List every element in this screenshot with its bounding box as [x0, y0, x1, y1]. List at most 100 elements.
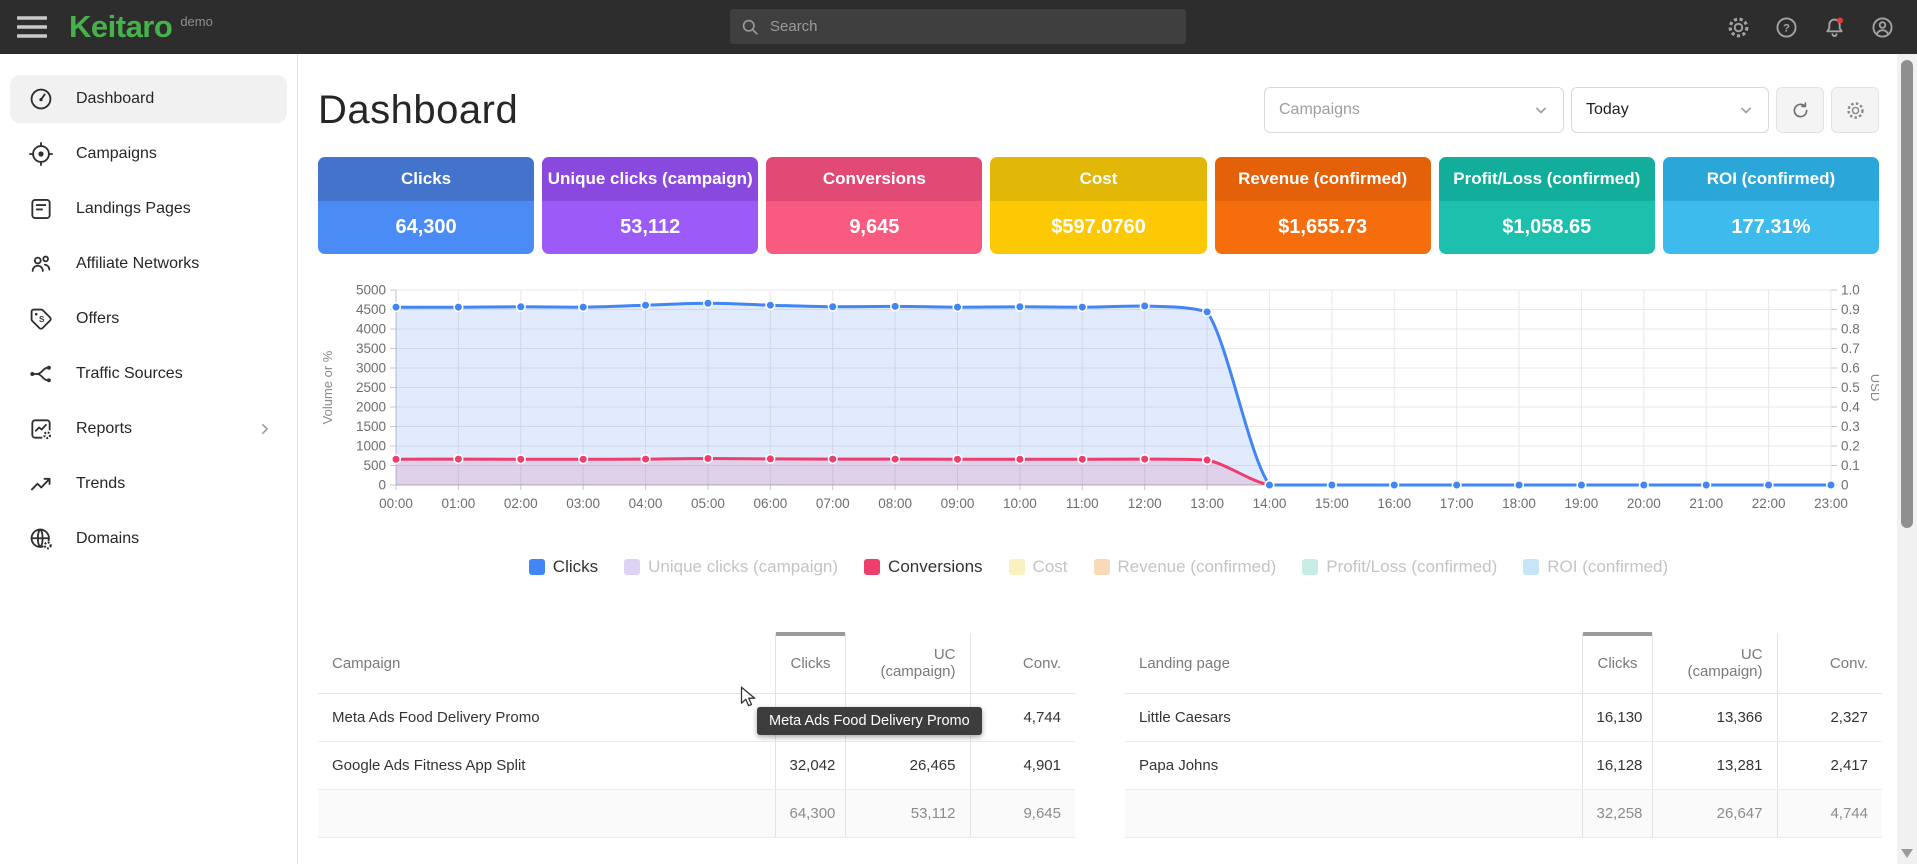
reports-icon	[28, 416, 54, 442]
column-header-clicks[interactable]: Clicks	[775, 633, 845, 694]
column-header-landing-page[interactable]: Landing page	[1125, 633, 1582, 694]
sidebar-item-traffic-sources[interactable]: Traffic Sources	[10, 350, 287, 398]
legend-item-cost[interactable]: Cost	[1009, 557, 1068, 577]
svg-text:S: S	[39, 315, 45, 324]
column-header-conv[interactable]: Conv.	[970, 633, 1075, 694]
campaigns-filter-select[interactable]: Campaigns	[1264, 87, 1564, 133]
stat-card-unique-clicks-campaign[interactable]: Unique clicks (campaign)53,112	[542, 157, 758, 254]
refresh-button[interactable]	[1776, 87, 1824, 133]
sidebar-item-affiliate-networks[interactable]: Affiliate Networks	[10, 240, 287, 288]
traffic-chart[interactable]: 0500100015002000250030003500400045005000…	[318, 280, 1879, 533]
chevron-down-icon	[1736, 100, 1756, 120]
table-row[interactable]: Little Caesars16,13013,3662,327	[1125, 694, 1882, 742]
sidebar-item-landings-pages[interactable]: Landings Pages	[10, 185, 287, 233]
sort-indicator	[776, 632, 845, 636]
search-box[interactable]	[730, 9, 1186, 44]
row-hover-tooltip: Meta Ads Food Delivery Promo	[757, 707, 982, 735]
legend-swatch	[864, 559, 880, 575]
legend-item-clicks[interactable]: Clicks	[529, 557, 598, 577]
svg-text:18:00: 18:00	[1502, 496, 1536, 511]
column-header-clicks[interactable]: Clicks	[1582, 633, 1652, 694]
scrollbar-track[interactable]	[1897, 54, 1917, 864]
column-header-uc-campaign[interactable]: UC (campaign)	[1652, 633, 1777, 694]
sidebar-item-label: Domains	[76, 530, 275, 548]
legend-item-profit-loss-confirmed[interactable]: Profit/Loss (confirmed)	[1302, 557, 1497, 577]
stat-card-roi-confirmed[interactable]: ROI (confirmed)177.31%	[1663, 157, 1879, 254]
svg-text:00:00: 00:00	[379, 496, 413, 511]
main-content: Dashboard Campaigns Today Clicks64,3	[298, 54, 1897, 864]
sidebar-item-label: Offers	[76, 310, 275, 328]
stat-card-clicks[interactable]: Clicks64,300	[318, 157, 534, 254]
dashboard-settings-button[interactable]	[1831, 87, 1879, 133]
legend-swatch	[529, 559, 545, 575]
legend-item-revenue-confirmed[interactable]: Revenue (confirmed)	[1094, 557, 1277, 577]
totals-cell: 9,645	[970, 790, 1075, 838]
svg-text:21:00: 21:00	[1689, 496, 1723, 511]
stat-card-conversions[interactable]: Conversions9,645	[766, 157, 982, 254]
sidebar-item-label: Reports	[76, 420, 255, 438]
stat-card-profit-loss-confirmed[interactable]: Profit/Loss (confirmed)$1,058.65	[1439, 157, 1655, 254]
svg-text:1500: 1500	[356, 419, 386, 434]
svg-text:?: ?	[1783, 22, 1790, 34]
landing-pages-table-wrap: Landing pageClicksUC (campaign)Conv.Litt…	[1125, 633, 1882, 838]
totals-cell: 32,258	[1582, 790, 1652, 838]
table-row-name[interactable]: Google Ads Fitness App Split	[318, 742, 775, 790]
scroll-down-arrow[interactable]	[1901, 849, 1913, 858]
bell-icon[interactable]	[1822, 15, 1847, 40]
sidebar-item-campaigns[interactable]: Campaigns	[10, 130, 287, 178]
sidebar-item-label: Campaigns	[76, 145, 275, 163]
help-icon[interactable]: ?	[1774, 15, 1799, 40]
svg-text:0.8: 0.8	[1841, 322, 1860, 337]
sidebar-item-reports[interactable]: Reports	[10, 405, 287, 453]
notification-badge	[1837, 17, 1843, 23]
logo[interactable]: Keitaro demo	[69, 8, 213, 46]
sidebar-item-domains[interactable]: Domains	[10, 515, 287, 563]
svg-text:23:00: 23:00	[1814, 496, 1848, 511]
svg-text:04:00: 04:00	[629, 496, 663, 511]
table-row[interactable]: Google Ads Fitness App Split32,04226,465…	[318, 742, 1075, 790]
svg-text:20:00: 20:00	[1627, 496, 1661, 511]
legend-swatch	[1009, 559, 1025, 575]
legend-item-roi-confirmed[interactable]: ROI (confirmed)	[1523, 557, 1668, 577]
sidebar-item-trends[interactable]: Trends	[10, 460, 287, 508]
table-row-name[interactable]: Meta Ads Food Delivery Promo	[318, 694, 775, 742]
stat-card-label: Clicks	[318, 157, 534, 201]
table-row-name[interactable]: Papa Johns	[1125, 742, 1582, 790]
sidebar-item-offers[interactable]: S Offers	[10, 295, 287, 343]
column-header-conv[interactable]: Conv.	[1777, 633, 1882, 694]
legend-label: Unique clicks (campaign)	[648, 557, 838, 577]
menu-icon[interactable]	[17, 16, 47, 38]
domains-icon	[28, 526, 54, 552]
date-range-select[interactable]: Today	[1571, 87, 1769, 133]
search-input[interactable]	[770, 18, 1176, 35]
stat-card-value: $597.0760	[990, 201, 1206, 254]
column-header-uc-campaign[interactable]: UC (campaign)	[845, 633, 970, 694]
user-icon[interactable]	[1870, 15, 1895, 40]
legend-label: Profit/Loss (confirmed)	[1326, 557, 1497, 577]
svg-text:2500: 2500	[356, 380, 386, 395]
svg-text:0.6: 0.6	[1841, 361, 1860, 376]
chart-legend: Clicks Unique clicks (campaign) Conversion…	[318, 557, 1879, 577]
dashboard-icon	[28, 86, 54, 112]
svg-text:0.9: 0.9	[1841, 302, 1860, 317]
stat-card-revenue-confirmed[interactable]: Revenue (confirmed)$1,655.73	[1215, 157, 1431, 254]
date-range-value: Today	[1586, 101, 1629, 119]
table-row-name[interactable]: Little Caesars	[1125, 694, 1582, 742]
legend-label: Revenue (confirmed)	[1118, 557, 1277, 577]
gear-icon[interactable]	[1726, 15, 1751, 40]
search-icon	[740, 17, 760, 37]
table-row[interactable]: Papa Johns16,12813,2812,417	[1125, 742, 1882, 790]
legend-item-unique-clicks-campaign[interactable]: Unique clicks (campaign)	[624, 557, 838, 577]
svg-text:0.7: 0.7	[1841, 341, 1860, 356]
scrollbar-thumb[interactable]	[1901, 60, 1913, 528]
totals-row: 64,30053,1129,645	[318, 790, 1075, 838]
stat-card-cost[interactable]: Cost$597.0760	[990, 157, 1206, 254]
column-header-campaign[interactable]: Campaign	[318, 633, 775, 694]
table-cell: 13,281	[1652, 742, 1777, 790]
sidebar: Dashboard Campaigns Landings Pages Affiliat…	[0, 54, 298, 864]
sidebar-item-dashboard[interactable]: Dashboard	[10, 75, 287, 123]
stat-card-value: 53,112	[542, 201, 758, 254]
legend-item-conversions[interactable]: Conversions	[864, 557, 983, 577]
svg-text:4500: 4500	[356, 302, 386, 317]
svg-text:0.2: 0.2	[1841, 439, 1860, 454]
